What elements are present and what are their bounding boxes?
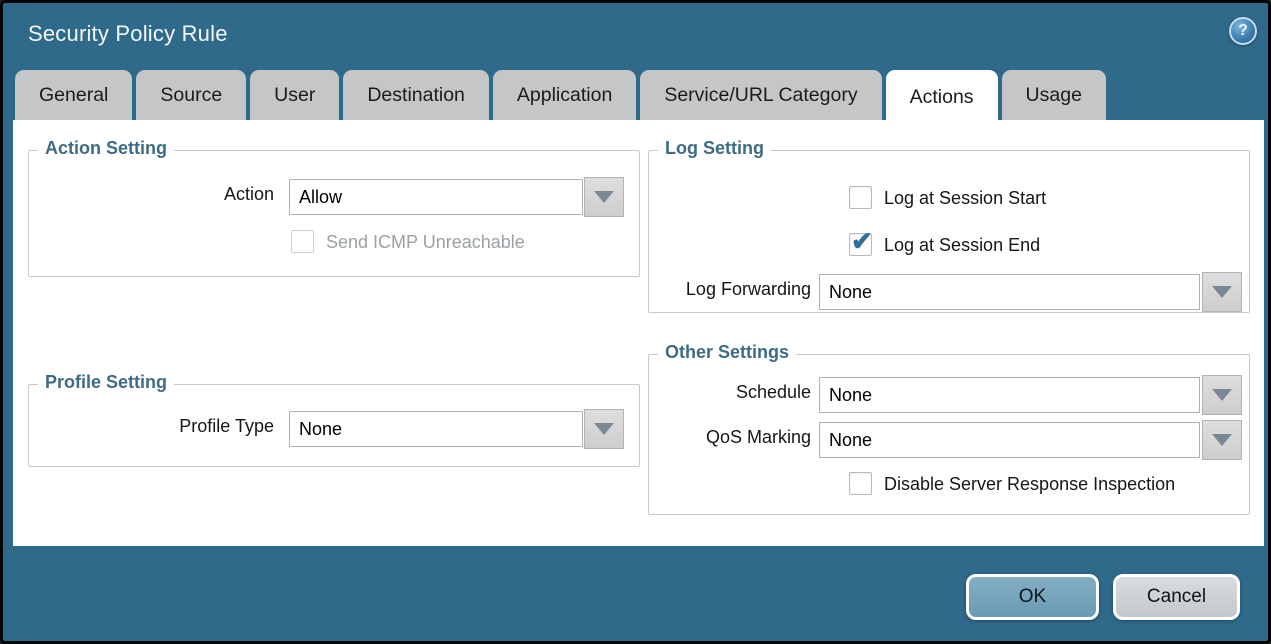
- log-forwarding-dropdown-value: None: [829, 282, 872, 303]
- schedule-dropdown-value: None: [829, 385, 872, 406]
- tab-bar: General Source User Destination Applicat…: [15, 70, 1106, 120]
- dsri-label: Disable Server Response Inspection: [884, 474, 1175, 495]
- log-session-start-label: Log at Session Start: [884, 188, 1046, 209]
- content-panel: Action Setting Action Allow Send ICMP Un…: [13, 120, 1264, 546]
- profile-type-dropdown[interactable]: None: [289, 411, 583, 447]
- tab-user[interactable]: User: [250, 70, 339, 120]
- chevron-down-icon: [594, 191, 614, 203]
- profile-type-dropdown-value: None: [299, 419, 342, 440]
- tab-source[interactable]: Source: [136, 70, 246, 120]
- cancel-button[interactable]: Cancel: [1113, 574, 1240, 620]
- log-session-end-label: Log at Session End: [884, 235, 1040, 256]
- tab-actions[interactable]: Actions: [886, 70, 998, 124]
- qos-marking-dropdown[interactable]: None: [819, 422, 1200, 458]
- log-setting-legend: Log Setting: [658, 138, 771, 159]
- question-mark-glyph: ?: [1238, 23, 1248, 39]
- send-icmp-label: Send ICMP Unreachable: [326, 232, 525, 253]
- schedule-label: Schedule: [649, 382, 811, 403]
- log-forwarding-dropdown-button[interactable]: [1202, 272, 1242, 312]
- profile-setting-legend: Profile Setting: [38, 372, 174, 393]
- log-session-end-checkbox[interactable]: [849, 233, 872, 256]
- action-setting-legend: Action Setting: [38, 138, 174, 159]
- ok-button[interactable]: OK: [966, 574, 1099, 620]
- action-dropdown[interactable]: Allow: [289, 179, 583, 215]
- tab-application[interactable]: Application: [493, 70, 636, 120]
- chevron-down-icon: [1212, 286, 1232, 298]
- log-forwarding-label: Log Forwarding: [649, 279, 811, 300]
- qos-marking-dropdown-value: None: [829, 430, 872, 451]
- profile-type-dropdown-button[interactable]: [584, 409, 624, 449]
- chevron-down-icon: [1212, 389, 1232, 401]
- security-policy-rule-dialog: Security Policy Rule ? General Source Us…: [0, 0, 1271, 644]
- dialog-title: Security Policy Rule: [28, 21, 228, 47]
- action-dropdown-value: Allow: [299, 187, 342, 208]
- log-setting-group: Log Setting Log at Session Start Log at …: [648, 150, 1250, 313]
- tab-destination[interactable]: Destination: [343, 70, 489, 120]
- action-dropdown-button[interactable]: [584, 177, 624, 217]
- chevron-down-icon: [594, 423, 614, 435]
- help-icon[interactable]: ?: [1229, 17, 1257, 45]
- qos-marking-dropdown-button[interactable]: [1202, 420, 1242, 460]
- send-icmp-checkbox[interactable]: [291, 230, 314, 253]
- tab-usage[interactable]: Usage: [1002, 70, 1106, 120]
- action-label: Action: [29, 184, 274, 205]
- profile-setting-group: Profile Setting Profile Type None: [28, 384, 640, 467]
- profile-type-label: Profile Type: [29, 416, 274, 437]
- tab-service-url-category[interactable]: Service/URL Category: [640, 70, 881, 120]
- log-session-start-checkbox[interactable]: [849, 186, 872, 209]
- log-forwarding-dropdown[interactable]: None: [819, 274, 1200, 310]
- dsri-checkbox[interactable]: [849, 472, 872, 495]
- qos-marking-label: QoS Marking: [649, 427, 811, 448]
- chevron-down-icon: [1212, 434, 1232, 446]
- tab-general[interactable]: General: [15, 70, 132, 120]
- schedule-dropdown[interactable]: None: [819, 377, 1200, 413]
- action-setting-group: Action Setting Action Allow Send ICMP Un…: [28, 150, 640, 277]
- other-settings-group: Other Settings Schedule None QoS Marking…: [648, 354, 1250, 515]
- other-settings-legend: Other Settings: [658, 342, 796, 363]
- schedule-dropdown-button[interactable]: [1202, 375, 1242, 415]
